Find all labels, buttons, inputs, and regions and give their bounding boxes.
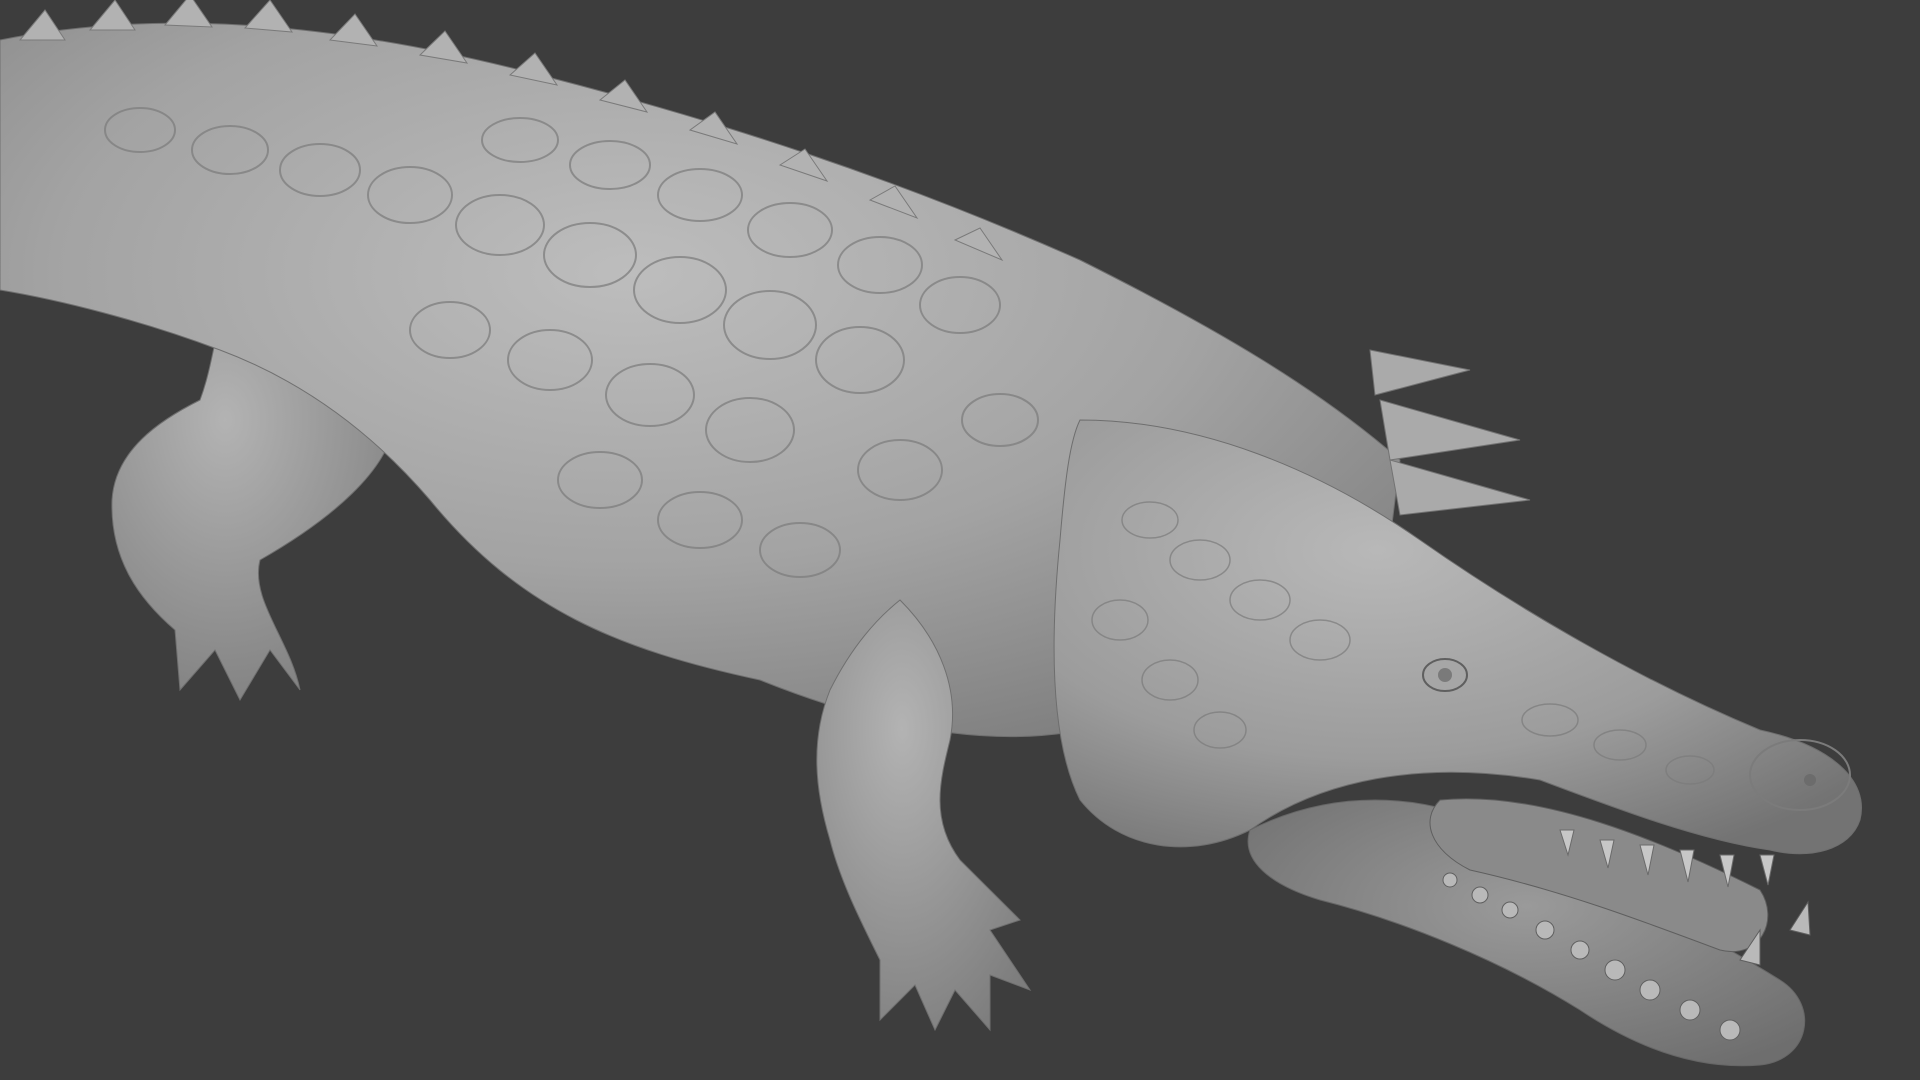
crocodile-model [0, 0, 1862, 1067]
nostril [1804, 774, 1816, 786]
crocodile-head [1053, 419, 1862, 1067]
3d-viewport[interactable] [0, 0, 1920, 1080]
